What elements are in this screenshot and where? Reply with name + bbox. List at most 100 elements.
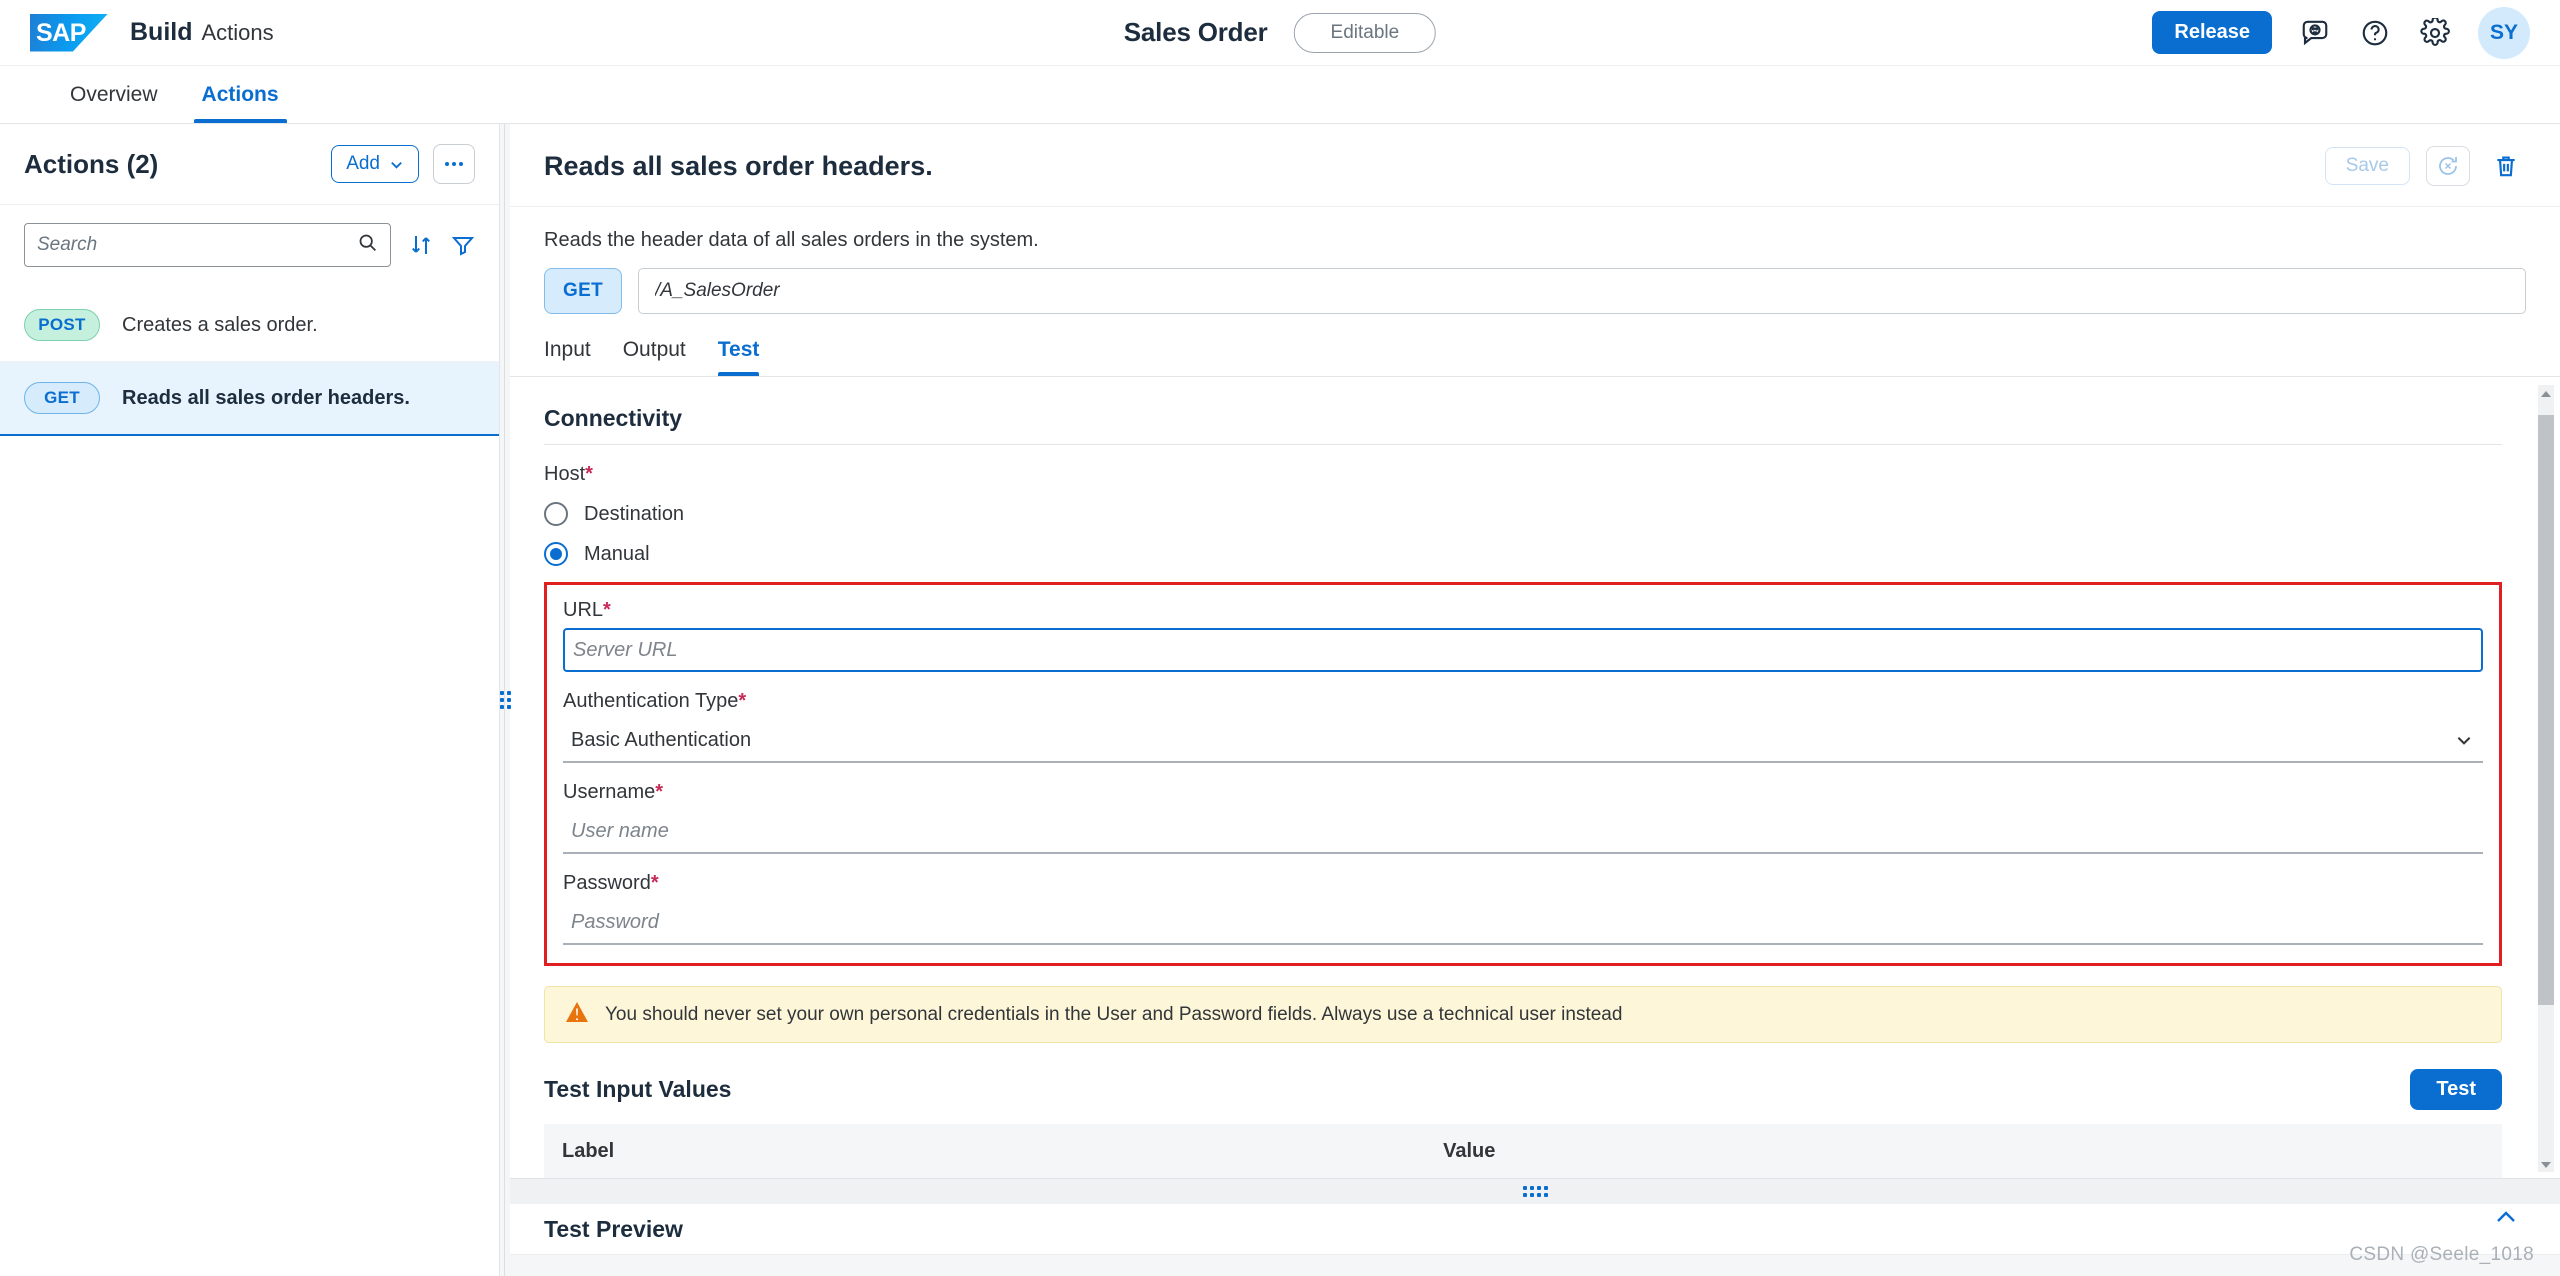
- sidebar-search-row: [0, 205, 499, 289]
- detail-header-actions: Save: [2325, 146, 2526, 186]
- release-button[interactable]: Release: [2152, 11, 2272, 54]
- method-badge: GET: [24, 382, 100, 414]
- column-label: Label: [544, 1124, 1425, 1178]
- warning-text: You should never set your own personal c…: [605, 1004, 1622, 1026]
- preview-splitter[interactable]: [510, 1178, 2560, 1204]
- list-item-label: Reads all sales order headers.: [122, 387, 410, 410]
- auth-type-label-text: Authentication Type: [563, 690, 738, 712]
- splitter-grip-icon: [500, 691, 511, 709]
- status-badge[interactable]: Editable: [1294, 13, 1437, 53]
- add-button[interactable]: Add: [331, 145, 419, 183]
- auth-type-select[interactable]: [563, 719, 2483, 763]
- test-preview-title: Test Preview: [544, 1216, 683, 1243]
- feedback-icon[interactable]: [2298, 16, 2332, 50]
- brand: Build Actions: [130, 18, 274, 47]
- scroll-up-arrow-icon[interactable]: [2541, 391, 2551, 397]
- detail-subtabs: Input Output Test: [510, 328, 2560, 377]
- username-input[interactable]: [563, 810, 2483, 854]
- list-item-post[interactable]: POST Creates a sales order.: [0, 289, 499, 362]
- sidebar-header: Actions (2) Add: [0, 124, 499, 205]
- test-input-values-table: Label Value $top: [544, 1124, 2502, 1178]
- endpoint-row: GET: [510, 252, 2560, 314]
- detail-header: Reads all sales order headers. Save: [510, 124, 2560, 207]
- scroll-to-top-icon[interactable]: [2494, 1208, 2518, 1231]
- chevron-down-icon: [389, 157, 404, 172]
- divider: [544, 444, 2502, 445]
- test-preview-header: Test Preview: [510, 1204, 2560, 1254]
- radio-manual-label: Manual: [584, 543, 650, 566]
- sap-logo-text: SAP: [36, 19, 86, 48]
- detail-title: Reads all sales order headers.: [544, 151, 933, 182]
- url-label-text: URL: [563, 599, 603, 621]
- required-marker: *: [585, 463, 593, 485]
- endpoint-input[interactable]: [638, 268, 2526, 314]
- radio-destination[interactable]: Destination: [544, 502, 2502, 526]
- test-preview-body: [510, 1254, 2560, 1276]
- host-label: Host*: [544, 463, 2502, 486]
- test-button[interactable]: Test: [2410, 1069, 2502, 1110]
- ellipsis-icon: [444, 161, 464, 167]
- table-header-row: Label Value: [544, 1124, 2502, 1178]
- required-marker: *: [738, 690, 746, 712]
- header-actions: Release SY: [2152, 7, 2530, 59]
- required-marker: *: [603, 599, 611, 621]
- tab-test[interactable]: Test: [702, 328, 776, 376]
- tab-input[interactable]: Input: [544, 328, 607, 376]
- settings-icon[interactable]: [2418, 16, 2452, 50]
- add-button-label: Add: [346, 153, 380, 175]
- list-item-get[interactable]: GET Reads all sales order headers.: [0, 362, 499, 436]
- host-label-text: Host: [544, 463, 585, 485]
- column-value: Value: [1425, 1124, 2502, 1178]
- save-button[interactable]: Save: [2325, 147, 2410, 185]
- password-label-text: Password: [563, 872, 651, 894]
- radio-manual-input[interactable]: [544, 542, 568, 566]
- detail-vertical-scrollbar[interactable]: [2538, 385, 2554, 1172]
- auth-type-label: Authentication Type*: [563, 690, 2483, 713]
- method-badge: POST: [24, 309, 100, 341]
- list-item-label: Creates a sales order.: [122, 314, 318, 337]
- actions-sidebar: Actions (2) Add: [0, 124, 500, 1276]
- undo-icon: [2436, 154, 2460, 178]
- search-box[interactable]: [24, 223, 391, 267]
- search-icon[interactable]: [357, 232, 378, 258]
- detail-description: Reads the header data of all sales order…: [510, 207, 2560, 252]
- required-marker: *: [651, 872, 659, 894]
- revert-button[interactable]: [2426, 146, 2470, 186]
- radio-destination-input[interactable]: [544, 502, 568, 526]
- brand-subtitle: Actions: [202, 20, 274, 46]
- sidebar-overflow-button[interactable]: [433, 144, 475, 184]
- tab-output[interactable]: Output: [607, 328, 702, 376]
- url-input[interactable]: [563, 628, 2483, 672]
- username-label-text: Username: [563, 781, 655, 803]
- required-marker: *: [655, 781, 663, 803]
- sidebar-header-actions: Add: [331, 144, 475, 184]
- connectivity-section-title: Connectivity: [544, 377, 2502, 444]
- radio-manual[interactable]: Manual: [544, 542, 2502, 566]
- trash-icon: [2493, 153, 2519, 179]
- tab-actions[interactable]: Actions: [180, 66, 301, 123]
- search-input[interactable]: [37, 234, 357, 256]
- test-input-values-header: Test Input Values Test: [544, 1069, 2502, 1110]
- main-tabbar: Overview Actions: [0, 66, 2560, 124]
- delete-button[interactable]: [2486, 146, 2526, 186]
- radio-destination-label: Destination: [584, 503, 684, 526]
- shell-header: SAP Build Actions Sales Order Editable R…: [0, 0, 2560, 66]
- table-header: Label Value: [544, 1124, 2502, 1178]
- method-badge-detail: GET: [544, 268, 622, 314]
- scroll-down-arrow-icon[interactable]: [2541, 1162, 2551, 1168]
- avatar[interactable]: SY: [2478, 7, 2530, 59]
- sidebar-title: Actions (2): [24, 149, 158, 180]
- sort-icon[interactable]: [409, 233, 433, 257]
- panel-splitter[interactable]: [500, 124, 510, 1276]
- tab-overview[interactable]: Overview: [48, 66, 180, 123]
- app-title-group: Sales Order Editable: [1124, 13, 1436, 53]
- page-title: Sales Order: [1124, 17, 1268, 48]
- credentials-highlight-box: URL* Authentication Type*: [544, 582, 2502, 966]
- filter-icon[interactable]: [451, 233, 475, 257]
- username-label: Username*: [563, 781, 2483, 804]
- brand-name: Build: [130, 18, 193, 47]
- warning-icon: [565, 1001, 589, 1028]
- help-icon[interactable]: [2358, 16, 2392, 50]
- scrollbar-thumb[interactable]: [2538, 415, 2554, 1005]
- password-input[interactable]: [563, 901, 2483, 945]
